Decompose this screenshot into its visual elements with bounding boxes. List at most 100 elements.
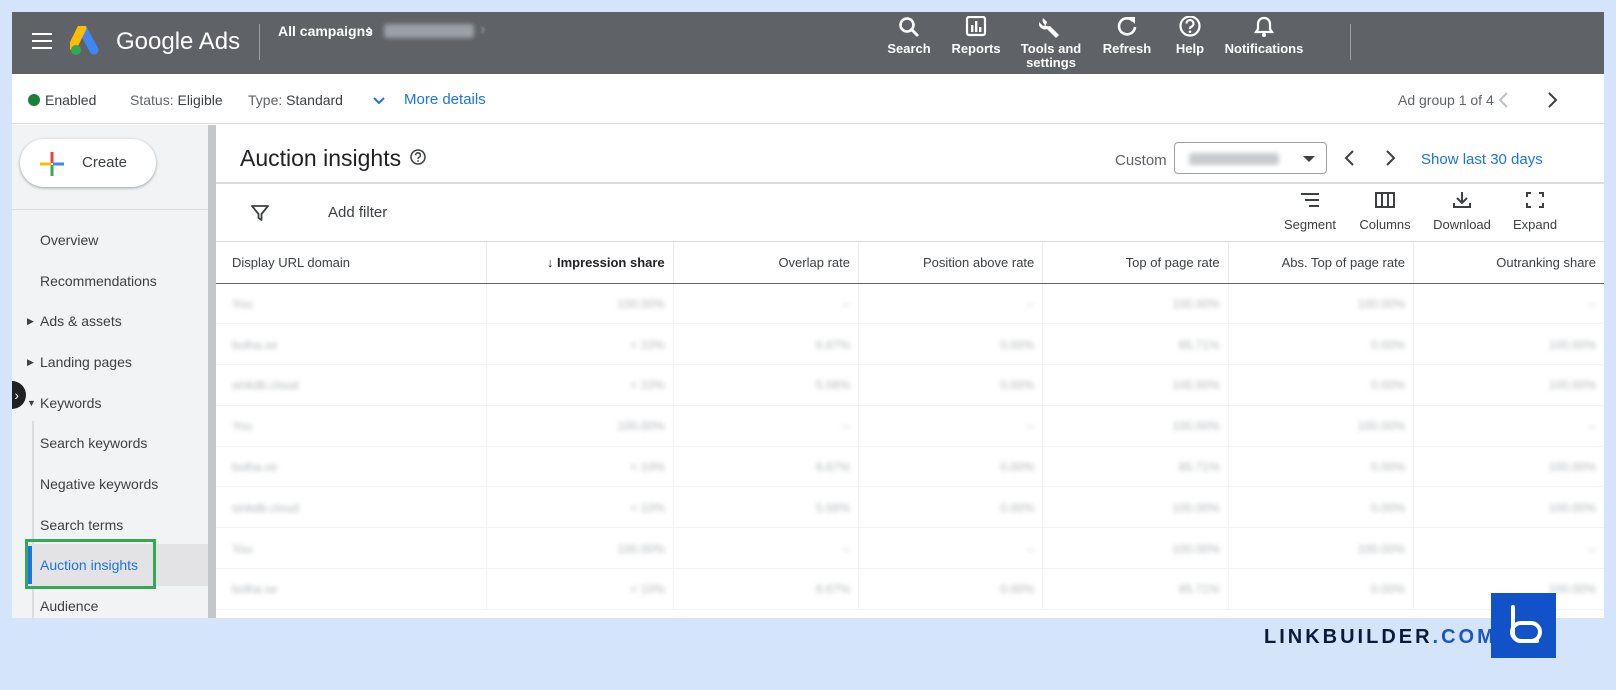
plus-icon [40,152,64,176]
cell-redacted: -- [672,283,859,325]
cell-redacted: 0.00% [1227,486,1414,529]
cell-redacted: < 10% [486,568,674,610]
cell-redacted: 100.00% [1227,283,1414,325]
sidebar-item-audience[interactable]: Audience [40,598,98,614]
column-header-impression-share[interactable]: ↓ Impression share [486,242,674,284]
table-row: You 100.00% -- -- 100.00% 100.00% -- [216,405,1604,447]
reports-icon [965,16,987,37]
column-header-top-of-page-rate[interactable]: Top of page rate [1042,242,1229,284]
cell-redacted: 0.00% [1227,446,1414,488]
sidebar-item-recommendations[interactable]: Recommendations [40,273,157,289]
auction-insights-table: Display URL domain ↓ Impression share Ov… [216,242,1604,610]
chevron-right-icon[interactable] [1542,90,1562,110]
sidebar-item-search-terms[interactable]: Search terms [40,517,123,533]
cell-redacted: 85.71% [1042,446,1229,488]
notifications-tool-label: Notifications [1224,41,1304,56]
cell-redacted: 6.67% [672,446,859,488]
type-label: Type: [248,92,283,108]
add-filter-button[interactable]: Add filter [328,204,387,221]
table-row: bolha.se < 10% 6.67% 0.00% 85.71% 0.00% 100.00… [216,568,1604,610]
chevron-right-icon[interactable] [1380,148,1400,168]
cell-redacted: 0.00% [1227,364,1414,406]
caret-right-icon: ▶ [27,357,34,367]
cell-redacted: 0.00% [857,364,1043,406]
sidebar-item-landing-pages[interactable]: Landing pages [40,354,132,370]
show-last-30-days-link[interactable]: Show last 30 days [1421,151,1543,168]
help-icon [1179,16,1201,37]
notifications-tool[interactable]: Notifications [1222,16,1306,56]
breadcrumb-all-campaigns[interactable]: All campaigns [278,23,373,39]
expand-button[interactable]: Expand [1510,191,1560,232]
column-header-abs-top-of-page-rate[interactable]: Abs. Top of page rate [1227,242,1414,284]
search-tool[interactable]: Search [884,16,934,56]
caret-right-icon: ▶ [27,316,34,326]
help-icon[interactable] [410,149,426,165]
search-tool-label: Search [887,41,931,56]
more-details-link[interactable]: More details [404,91,486,108]
cell-redacted: < 10% [486,486,674,529]
divider [12,209,208,210]
cell-redacted: bolha.se [216,568,487,610]
cell-redacted: 6.67% [672,568,859,610]
tools-and-settings-tool[interactable]: Tools and settings [1016,16,1086,70]
table-row: bolha.se < 10% 6.67% 0.00% 85.71% 0.00% 100.00… [216,446,1604,488]
column-header-outranking-share[interactable]: Outranking share [1412,242,1604,284]
sidebar-item-negative-keywords[interactable]: Negative keywords [40,476,158,492]
download-icon [1453,192,1471,208]
menu-icon[interactable] [32,33,52,49]
cell-redacted: You [216,527,487,570]
date-range-picker[interactable] [1174,142,1327,174]
cell-redacted: You [216,283,487,325]
sidebar-item-ads-assets[interactable]: Ads & assets [40,313,122,329]
sidebar-scrollbar[interactable] [208,125,216,618]
column-header-overlap-rate[interactable]: Overlap rate [672,242,859,284]
status-label: Status: [130,92,174,108]
brand-main: LINKBUILDER [1264,626,1433,648]
cell-redacted: bolha.se [216,323,487,366]
download-label: Download [1433,217,1491,232]
caret-down-icon: ▼ [27,398,36,408]
cell-redacted: -- [1412,405,1604,447]
download-button[interactable]: Download [1430,191,1494,232]
cell-redacted: -- [857,405,1043,447]
cell-redacted: 100.00% [1412,446,1604,488]
sidebar-item-overview[interactable]: Overview [40,232,98,248]
ad-group-pager: Ad group 1 of 4 [1398,92,1494,108]
refresh-tool[interactable]: Refresh [1100,16,1154,56]
sidebar-item-search-keywords[interactable]: Search keywords [40,435,147,451]
sidebar-item-keywords[interactable]: Keywords [40,395,101,411]
cell-redacted: 100.00% [1042,364,1229,406]
table-header-row: Display URL domain ↓ Impression share Ov… [216,242,1604,284]
chevron-left-icon[interactable] [1494,90,1514,110]
chevron-left-icon[interactable] [1340,148,1360,168]
create-button[interactable]: Create [20,139,156,187]
reports-tool-label: Reports [951,41,1001,56]
cell-redacted: 6.67% [672,323,859,366]
type-standard: Type: Standard [248,92,343,108]
expand-label: Expand [1512,217,1558,232]
segment-icon [1301,193,1319,207]
main-content: Auction insights Custom Show last 30 day… [216,125,1604,618]
columns-button[interactable]: Columns [1356,191,1414,232]
segment-button[interactable]: Segment [1280,191,1340,232]
cell-redacted: 0.00% [857,323,1043,366]
collapse-sidebar-icon[interactable]: › [12,381,26,409]
cell-redacted: -- [672,405,859,447]
enabled-status[interactable]: Enabled [45,92,96,108]
filter-icon[interactable] [250,203,270,223]
reports-tool[interactable]: Reports [948,16,1004,56]
linkbuilder-wordmark: LINKBUILDER.COM [1264,626,1497,649]
impression-share-label: Impression share [557,254,665,270]
cell-redacted: 100.00% [486,283,674,325]
help-tool[interactable]: Help [1170,16,1210,56]
sidebar: Create Overview Recommendations ▶ Ads & … [12,125,208,618]
column-header-display-url-domain[interactable]: Display URL domain [216,242,487,284]
column-header-position-above-rate[interactable]: Position above rate [857,242,1043,284]
divider [259,24,260,60]
breadcrumb-campaign-redacted[interactable] [384,24,474,38]
sort-arrow-down-icon: ↓ [546,254,557,270]
table-row: bolha.se < 10% 6.67% 0.00% 85.71% 0.00% 100.00… [216,323,1604,366]
chevron-down-icon[interactable] [372,94,386,108]
cell-redacted: 100.00% [1412,323,1604,366]
cell-redacted: You [216,405,487,447]
